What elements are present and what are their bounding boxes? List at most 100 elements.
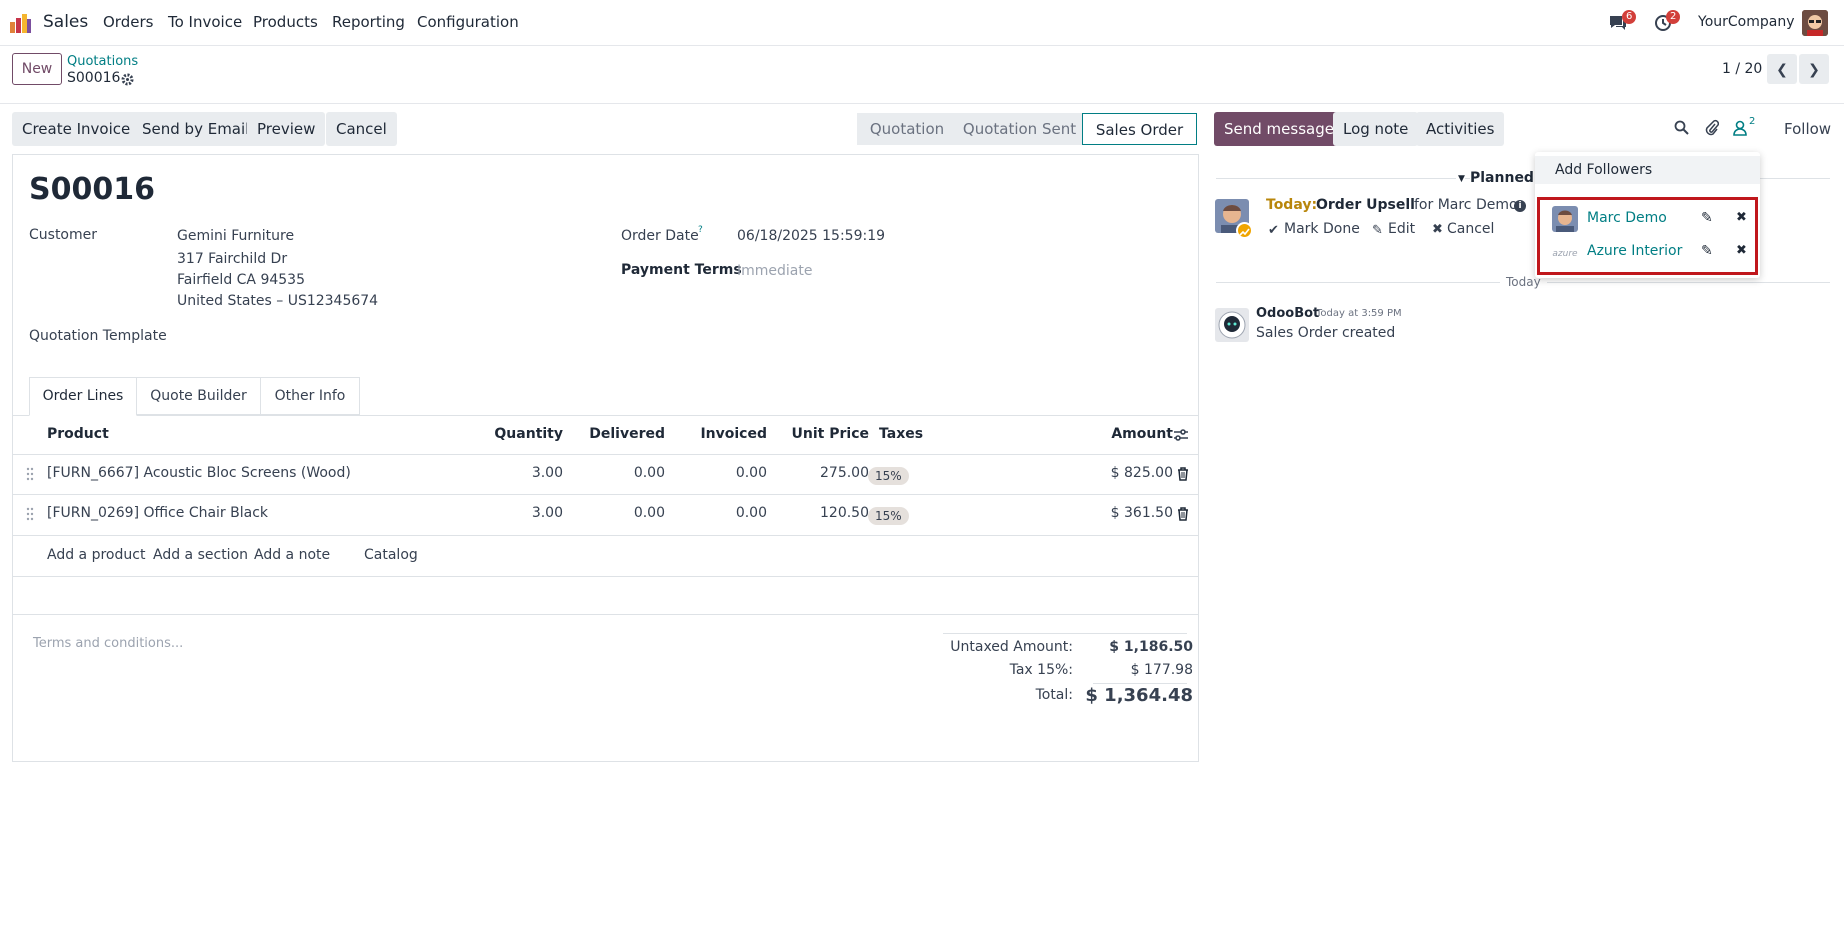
line-product[interactable]: [FURN_6667] Acoustic Bloc Screens (Wood)	[47, 465, 351, 481]
line-amount: $ 361.50	[1110, 505, 1173, 521]
close-icon: ✖	[1432, 222, 1443, 237]
line-delivered[interactable]: 0.00	[573, 505, 665, 521]
add-section-link[interactable]: Add a section	[153, 547, 248, 563]
col-delivered[interactable]: Delivered	[573, 426, 665, 442]
stage-sales-order[interactable]: Sales Order	[1082, 113, 1197, 145]
tabs-baseline	[13, 415, 1198, 416]
line-unit-price[interactable]: 120.50	[773, 505, 869, 521]
breadcrumb-quotations[interactable]: Quotations	[67, 54, 138, 69]
drag-handle-icon[interactable]	[26, 467, 34, 481]
menu-orders[interactable]: Orders	[103, 13, 153, 31]
menu-to-invoice[interactable]: To Invoice	[168, 13, 242, 31]
col-taxes[interactable]: Taxes	[879, 426, 923, 442]
line-quantity[interactable]: 3.00	[483, 465, 563, 481]
search-icon[interactable]	[1674, 120, 1689, 135]
tab-quote-builder[interactable]: Quote Builder	[137, 377, 261, 415]
caret-down-icon[interactable]: ▼	[1456, 174, 1465, 184]
mark-done-button[interactable]: Mark Done	[1284, 221, 1360, 237]
follower-marc-demo[interactable]: Marc Demo	[1587, 210, 1667, 226]
customer-link[interactable]: Gemini Furniture	[177, 228, 294, 244]
form-sheet: S00016 Customer Gemini Furniture 317 Fai…	[12, 154, 1199, 762]
activity-title: Order Upsell	[1316, 197, 1415, 213]
line-unit-price[interactable]: 275.00	[773, 465, 869, 481]
edit-follower-pencil-icon[interactable]: ✎	[1701, 243, 1713, 259]
quotation-template-label: Quotation Template	[29, 328, 167, 344]
message-body: Sales Order created	[1256, 325, 1396, 341]
send-message-button[interactable]: Send message	[1214, 112, 1344, 146]
row-divider	[13, 494, 1198, 495]
pencil-icon: ✎	[1372, 223, 1383, 238]
line-amount: $ 825.00	[1110, 465, 1173, 481]
untaxed-value: $ 1,186.50	[1109, 639, 1193, 655]
order-date-label: Order Date	[621, 228, 699, 244]
message-author[interactable]: OdooBot	[1256, 306, 1319, 321]
activity-type-icon	[1236, 222, 1253, 239]
section-divider	[13, 614, 1198, 615]
column-settings-icon[interactable]	[1173, 428, 1189, 442]
add-followers-button[interactable]: Add Followers	[1535, 156, 1760, 184]
followers-icon[interactable]	[1733, 120, 1747, 136]
company-switcher[interactable]: YourCompany	[1698, 14, 1795, 30]
activity-today-label: Today:	[1266, 197, 1318, 213]
catalog-link[interactable]: Catalog	[364, 547, 418, 563]
line-invoiced: 0.00	[735, 465, 767, 481]
trash-icon[interactable]	[1177, 467, 1189, 481]
activity-edit-button[interactable]: Edit	[1388, 221, 1415, 237]
tab-order-lines[interactable]: Order Lines	[29, 377, 137, 416]
payment-terms-value[interactable]: Immediate	[737, 263, 812, 279]
col-product[interactable]: Product	[47, 426, 109, 442]
col-invoiced[interactable]: Invoiced	[673, 426, 767, 442]
tab-other-info[interactable]: Other Info	[261, 377, 360, 415]
total-value: $ 1,364.48	[1085, 685, 1193, 706]
col-unit-price[interactable]: Unit Price	[773, 426, 869, 442]
send-by-email-button[interactable]: Send by Email	[132, 112, 260, 146]
followers-count[interactable]: 2	[1749, 116, 1755, 127]
add-product-link[interactable]: Add a product	[47, 547, 145, 563]
trash-icon[interactable]	[1177, 507, 1189, 521]
info-icon[interactable]: i	[1514, 200, 1526, 212]
app-name[interactable]: Sales	[43, 12, 88, 32]
line-tax-badge[interactable]: 15%	[868, 467, 909, 485]
menu-reporting[interactable]: Reporting	[332, 13, 405, 31]
menu-configuration[interactable]: Configuration	[417, 13, 519, 31]
create-invoice-button[interactable]: Create Invoice	[12, 112, 141, 146]
add-note-link[interactable]: Add a note	[254, 547, 330, 563]
activity-cancel-button[interactable]: Cancel	[1447, 221, 1494, 237]
line-tax-badge[interactable]: 15%	[868, 507, 909, 525]
terms-input[interactable]: Terms and conditions...	[33, 636, 183, 651]
col-quantity[interactable]: Quantity	[483, 426, 563, 442]
follow-button[interactable]: Follow	[1784, 120, 1831, 138]
stage-quotation[interactable]: Quotation	[857, 113, 957, 145]
followers-dropdown: Add Followers Marc Demo ✎ ✖ azure Azure …	[1535, 152, 1760, 278]
user-avatar[interactable]	[1802, 10, 1828, 36]
cancel-order-button[interactable]: Cancel	[326, 112, 397, 146]
line-quantity[interactable]: 3.00	[483, 505, 563, 521]
order-date-value[interactable]: 06/18/2025 15:59:19	[737, 228, 885, 244]
remove-follower-close-icon[interactable]: ✖	[1736, 243, 1747, 258]
customer-label: Customer	[29, 227, 98, 243]
edit-follower-pencil-icon[interactable]: ✎	[1701, 210, 1713, 226]
line-product[interactable]: [FURN_0269] Office Chair Black	[47, 505, 268, 521]
order-date-help-icon[interactable]: ?	[698, 225, 703, 235]
log-note-button[interactable]: Log note	[1333, 112, 1419, 146]
preview-button[interactable]: Preview	[247, 112, 326, 146]
activities-button[interactable]: Activities	[1416, 112, 1505, 146]
app-logo-icon[interactable]	[10, 13, 32, 33]
check-icon: ✔	[1268, 223, 1279, 238]
paperclip-icon[interactable]	[1705, 119, 1720, 136]
follower-azure-interior[interactable]: Azure Interior	[1587, 243, 1682, 259]
stage-quotation-sent[interactable]: Quotation Sent	[957, 113, 1082, 145]
menu-products[interactable]: Products	[253, 13, 318, 31]
pager-next-button[interactable]: ❯	[1799, 54, 1829, 84]
message-time: Today at 3:59 PM	[1316, 308, 1402, 319]
drag-handle-icon[interactable]	[26, 507, 34, 521]
pager-value[interactable]: 1 / 20	[1722, 61, 1762, 77]
gear-icon[interactable]	[121, 72, 134, 86]
new-button[interactable]: New	[12, 53, 62, 85]
line-delivered[interactable]: 0.00	[573, 465, 665, 481]
col-amount[interactable]: Amount	[1063, 426, 1173, 442]
pager-prev-button[interactable]: ❮	[1767, 54, 1797, 84]
record-title: S00016	[29, 172, 155, 207]
remove-follower-close-icon[interactable]: ✖	[1736, 210, 1747, 225]
control-panel: New Quotations S00016 1 / 20 ❮ ❯	[0, 46, 1844, 104]
